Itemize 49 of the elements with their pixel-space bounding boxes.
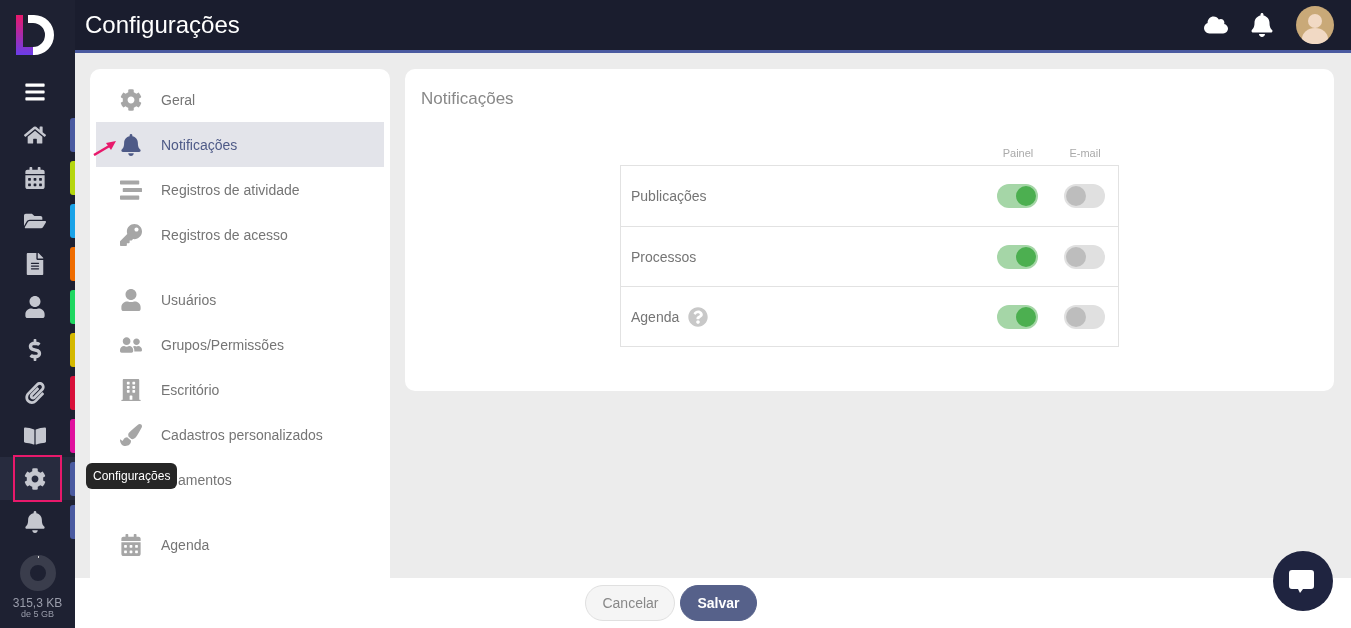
- page-title: Configurações: [85, 11, 241, 39]
- lines-icon: [120, 178, 142, 201]
- nav-item[interactable]: [0, 457, 75, 500]
- bell-icon: [24, 510, 46, 533]
- menu-item[interactable]: Grupos/Permissões: [96, 322, 384, 367]
- chat-button[interactable]: [1273, 551, 1333, 611]
- calendar-icon: [120, 533, 142, 556]
- row-label: Publicações: [631, 188, 707, 204]
- brush-icon: [120, 423, 142, 446]
- row-label: Processos: [631, 248, 697, 265]
- settings-icon: [24, 467, 46, 490]
- toggle-switch[interactable]: [1064, 244, 1105, 269]
- home-icon: [24, 123, 46, 146]
- card-title: Notificações: [421, 89, 515, 109]
- toggle-switch[interactable]: [1064, 304, 1105, 329]
- key-icon: [120, 223, 142, 246]
- toggle-switch[interactable]: [997, 184, 1038, 208]
- menu-item[interactable]: Cadastros personalizados: [96, 412, 384, 457]
- menu-item[interactable]: Notificações: [96, 122, 384, 167]
- storage-total: de 5 GB: [21, 610, 54, 620]
- menu-item[interactable]: Geral: [96, 77, 384, 122]
- toggle-switch[interactable]: [1064, 184, 1105, 208]
- column-header: Painel: [1001, 147, 1035, 159]
- user-icon: [120, 288, 142, 311]
- document-icon: [24, 252, 46, 275]
- save-button[interactable]: Salvar: [680, 585, 757, 621]
- bell-icon[interactable]: [1250, 13, 1274, 37]
- menu-item[interactable]: Registros de acesso: [96, 212, 384, 257]
- pointer-arrow: [93, 140, 117, 156]
- menu-item[interactable]: Escritório: [96, 367, 384, 412]
- bell-icon: [120, 133, 142, 156]
- menu-item[interactable]: Usuários: [96, 277, 384, 322]
- menu-item[interactable]: Registros de atividade: [96, 167, 384, 212]
- book-icon: [24, 424, 46, 447]
- tooltip: Configurações: [86, 463, 178, 489]
- toggle-switch[interactable]: [997, 244, 1038, 269]
- person-icon: [24, 295, 46, 318]
- settings-icon: [120, 88, 142, 111]
- menu-item[interactable]: Agenda: [96, 522, 384, 567]
- logo-icon: [13, 15, 56, 55]
- cancel-button[interactable]: Cancelar: [585, 585, 676, 621]
- storage-used: 315,3 KB: [12, 596, 63, 610]
- paperclip-icon: [24, 381, 46, 404]
- toggle-switch[interactable]: [997, 304, 1038, 329]
- avatar[interactable]: [1296, 6, 1334, 44]
- calendar-icon: [24, 166, 46, 189]
- column-header: E-mail: [1068, 147, 1102, 159]
- building-icon: [120, 378, 142, 401]
- row-label: Agenda: [631, 308, 680, 325]
